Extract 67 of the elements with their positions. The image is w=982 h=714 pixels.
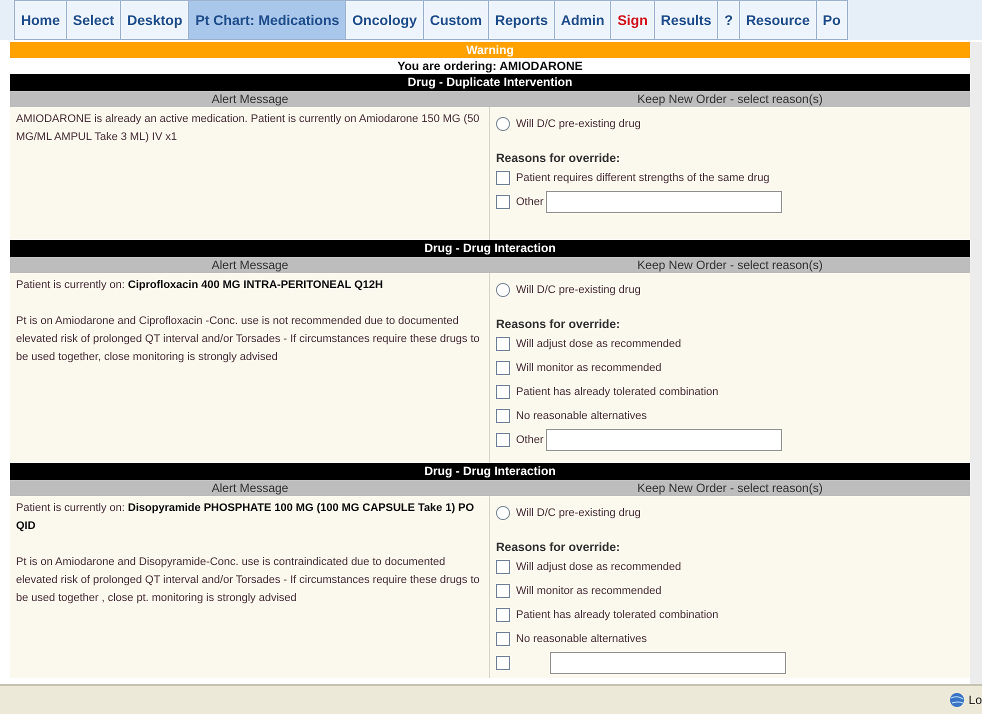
option-label: Will adjust dose as recommended: [516, 561, 682, 573]
checkbox[interactable]: [496, 409, 510, 423]
ordering-text: You are ordering: AMIODARONE: [396, 58, 584, 74]
option-label: Patient has already tolerated combination: [516, 386, 718, 398]
status-text: Lo: [968, 693, 982, 707]
checkbox[interactable]: [496, 560, 510, 574]
option-label: Will D/C pre-existing drug: [516, 284, 641, 296]
reasons-label: Reasons for override:: [496, 151, 622, 165]
option-label: Will D/C pre-existing drug: [516, 118, 641, 130]
nav-tab[interactable]: Home: [14, 0, 67, 40]
checkbox[interactable]: [496, 171, 510, 185]
radio-button[interactable]: [496, 506, 510, 520]
checkbox[interactable]: [496, 361, 510, 375]
column-header: Keep New Order - select reason(s): [636, 480, 824, 496]
section-title: Drug - Drug Interaction: [10, 463, 970, 480]
checkbox[interactable]: [496, 608, 510, 622]
nav-tab[interactable]: Sign: [611, 0, 655, 40]
checkbox[interactable]: [496, 584, 510, 598]
column-header: Keep New Order - select reason(s): [636, 91, 824, 107]
warning-banner: Warning: [10, 42, 970, 58]
option-label: Other: [516, 434, 544, 446]
radio-button[interactable]: [496, 283, 510, 297]
section-title: Drug - Drug Interaction: [10, 240, 970, 257]
option-label: No reasonable alternatives: [516, 410, 647, 422]
globe-icon: [948, 692, 966, 708]
nav-tab[interactable]: Admin: [554, 0, 612, 40]
reasons-label: Reasons for override:: [496, 317, 622, 331]
column-header: Alert Message: [210, 257, 290, 273]
nav-tab[interactable]: Custom: [424, 0, 489, 40]
column-header: Alert Message: [210, 91, 290, 107]
option-label: Patient requires different strengths of the same drug: [516, 172, 770, 184]
scrollbar-track[interactable]: [970, 42, 982, 684]
alert-message: Pt is on Amiodarone and Ciprofloxacin -Conc. use is not recommended due to documented elevated risk of prolonged QT interval and/or Torsades - If circumstances require these drugs to be used together, close monitoring is strongly advised: [16, 314, 481, 365]
alert-message: AMIODARONE is already an active medication. Patient is currently on Amiodarone 150 MG (50 MG/ML AMPUL Take 3 ML) IV x1: [16, 112, 480, 145]
option-label: Will monitor as recommended: [516, 585, 662, 597]
section-title: Drug - Duplicate Intervention: [10, 74, 970, 91]
nav-tab[interactable]: Select: [66, 0, 122, 40]
checkbox[interactable]: [496, 337, 510, 351]
other-field[interactable]: [546, 429, 782, 451]
option-label: Patient has already tolerated combination: [516, 609, 718, 621]
other-field[interactable]: [550, 652, 786, 674]
option-label: No reasonable alternatives: [516, 633, 647, 645]
checkbox[interactable]: [496, 195, 510, 209]
column-header: Alert Message: [210, 480, 290, 496]
checkbox[interactable]: [496, 656, 510, 670]
nav-tab[interactable]: ?: [718, 0, 740, 40]
nav-tab[interactable]: Desktop: [121, 0, 190, 40]
option-label: Will D/C pre-existing drug: [516, 507, 641, 519]
alert-message: Patient is currently on: Disopyramide PHOSPHATE 100 MG (100 MG CAPSULE Take 1) PO QID: [16, 501, 476, 534]
alert-message: Patient is currently on: Ciprofloxacin 400 MG INTRA-PERITONEAL Q12H: [16, 278, 384, 293]
checkbox[interactable]: [496, 385, 510, 399]
checkbox[interactable]: [496, 433, 510, 447]
checkbox[interactable]: [496, 632, 510, 646]
radio-button[interactable]: [496, 117, 510, 131]
nav-tab[interactable]: Results: [654, 0, 718, 40]
option-label: Will adjust dose as recommended: [516, 338, 682, 350]
nav-tab[interactable]: Reports: [488, 0, 555, 40]
nav-tab[interactable]: Po: [816, 0, 848, 40]
nav-tab[interactable]: Resource: [740, 0, 817, 40]
option-label: Other: [516, 196, 544, 208]
reasons-label: Reasons for override:: [496, 540, 622, 554]
column-header: Keep New Order - select reason(s): [636, 257, 824, 273]
other-field[interactable]: [546, 191, 782, 213]
option-label: Will monitor as recommended: [516, 362, 662, 374]
nav-tab[interactable]: Oncology: [346, 0, 424, 40]
nav-tab[interactable]: Pt Chart: Medications: [189, 0, 346, 40]
alert-message: Pt is on Amiodarone and Disopyramide-Conc. use is contraindicated due to documented elevated risk of prolonged QT interval and/or Torsades - If circumstances require these drugs to be used together , close pt. monitoring is strongly advised: [16, 555, 481, 606]
